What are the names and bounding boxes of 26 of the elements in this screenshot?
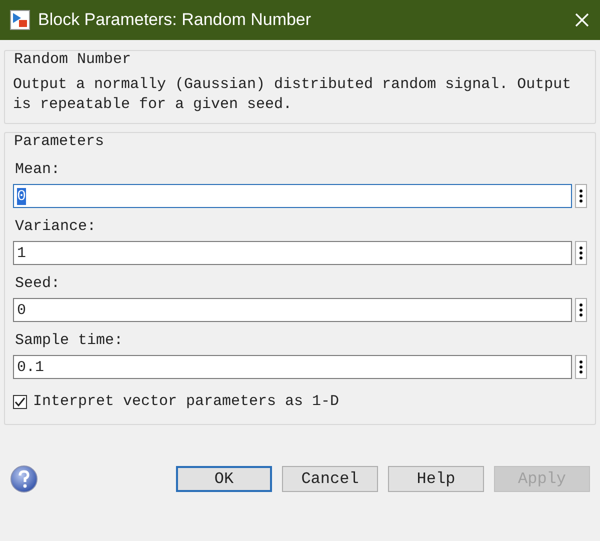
dialog-button[interactable]: Cancel [282,466,378,492]
checkbox-label: Interpret vector parameters as 1-D [33,393,340,410]
more-button[interactable] [575,241,587,265]
help-icon[interactable] [10,465,38,493]
dots-icon [579,360,583,374]
field-label: Mean: [15,161,62,178]
input-field[interactable]: 0 [13,298,572,322]
dots-icon [579,246,583,260]
close-icon[interactable] [574,12,590,28]
checkbox[interactable] [13,394,27,408]
dialog-button[interactable]: OK [176,466,272,492]
input-field[interactable]: 0.1 [13,355,572,379]
window-title: Block Parameters: Random Number [38,10,312,30]
dots-icon [579,189,583,203]
dots-icon [579,303,583,317]
description-text: Output a normally (Gaussian) distributed random signal. Output is repeatable for a given seed. [13,75,572,115]
field-label: Variance: [15,218,98,235]
more-button[interactable] [575,298,587,322]
more-button[interactable] [575,184,587,208]
input-field[interactable]: 1 [13,241,572,265]
field-label: Seed: [15,275,62,292]
field-label: Sample time: [15,332,124,349]
more-button[interactable] [575,355,587,379]
dialog-button[interactable]: Help [388,466,484,492]
input-field[interactable]: 0 [13,184,572,208]
block-icon [10,10,30,30]
